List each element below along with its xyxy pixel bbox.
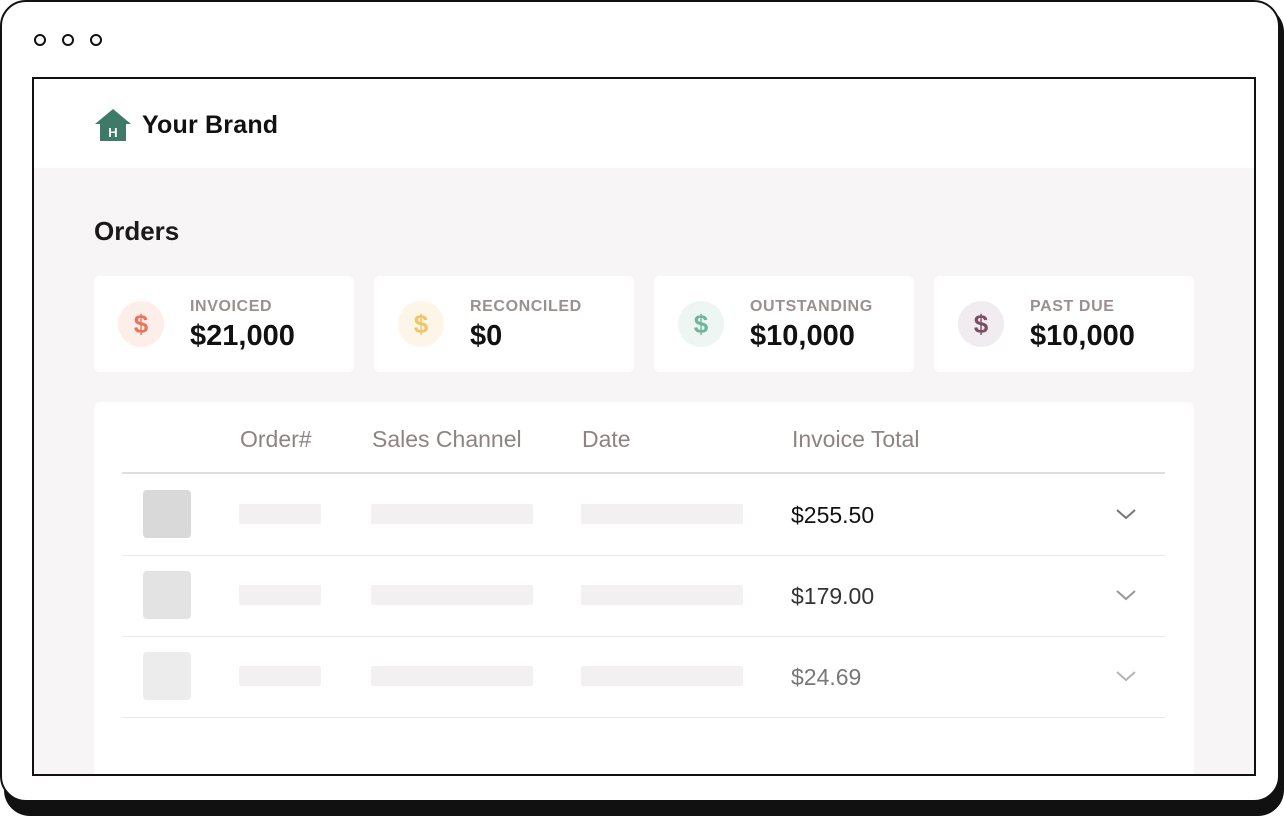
date-placeholder — [581, 504, 743, 524]
stat-value: $0 — [470, 320, 503, 352]
table-row[interactable]: $24.69 — [122, 636, 1165, 718]
column-header-order-number[interactable]: Order# — [240, 426, 312, 453]
stat-card-past-due[interactable]: $ PAST DUE $10,000 — [934, 276, 1194, 372]
order-number-placeholder — [239, 585, 321, 605]
app-frame: H Your Brand Orders $ INVOICED $21,000 $… — [32, 77, 1256, 776]
house-logo-icon: H — [95, 109, 131, 141]
main-content: Orders $ INVOICED $21,000 $ RECONCILED $… — [34, 168, 1254, 774]
chevron-down-icon[interactable] — [1114, 666, 1138, 686]
order-thumbnail — [143, 652, 191, 700]
top-bar: H Your Brand — [34, 79, 1254, 168]
stat-value: $10,000 — [1030, 320, 1135, 352]
order-number-placeholder — [239, 666, 321, 686]
window-dot[interactable] — [62, 34, 74, 46]
stat-card-reconciled[interactable]: $ RECONCILED $0 — [374, 276, 634, 372]
dollar-icon: $ — [398, 301, 444, 347]
chevron-down-icon[interactable] — [1114, 504, 1138, 524]
column-header-date[interactable]: Date — [582, 426, 631, 453]
invoice-total: $24.69 — [791, 664, 862, 690]
stat-label: OUTSTANDING — [750, 298, 873, 315]
stat-card-outstanding[interactable]: $ OUTSTANDING $10,000 — [654, 276, 914, 372]
sales-channel-placeholder — [371, 666, 533, 686]
dollar-icon: $ — [678, 301, 724, 347]
date-placeholder — [581, 666, 743, 686]
invoice-total: $255.50 — [791, 502, 875, 528]
date-placeholder — [581, 585, 743, 605]
chevron-down-icon[interactable] — [1114, 585, 1138, 605]
column-header-invoice-total[interactable]: Invoice Total — [792, 426, 919, 453]
stat-label: PAST DUE — [1030, 298, 1115, 315]
table-row[interactable]: $179.00 — [122, 555, 1165, 637]
column-header-sales-channel[interactable]: Sales Channel — [372, 426, 522, 453]
dollar-icon: $ — [958, 301, 1004, 347]
window-controls — [34, 34, 102, 46]
order-number-placeholder — [239, 504, 321, 524]
dollar-icon: $ — [118, 301, 164, 347]
sales-channel-placeholder — [371, 504, 533, 524]
sales-channel-placeholder — [371, 585, 533, 605]
window-dot[interactable] — [34, 34, 46, 46]
brand-name: Your Brand — [142, 110, 279, 139]
invoice-total: $179.00 — [791, 583, 875, 609]
orders-table: Order# Sales Channel Date Invoice Total … — [94, 402, 1194, 774]
browser-window: H Your Brand Orders $ INVOICED $21,000 $… — [0, 0, 1280, 802]
order-thumbnail — [143, 490, 191, 538]
stat-value: $10,000 — [750, 320, 855, 352]
stat-label: INVOICED — [190, 298, 273, 315]
table-row[interactable]: $255.50 — [122, 474, 1165, 556]
stat-card-invoiced[interactable]: $ INVOICED $21,000 — [94, 276, 354, 372]
order-thumbnail — [143, 571, 191, 619]
page-title: Orders — [94, 216, 180, 246]
window-dot[interactable] — [90, 34, 102, 46]
logo-letter: H — [108, 125, 117, 140]
stat-label: RECONCILED — [470, 298, 582, 315]
brand[interactable]: H Your Brand — [94, 108, 278, 142]
stat-value: $21,000 — [190, 320, 295, 352]
